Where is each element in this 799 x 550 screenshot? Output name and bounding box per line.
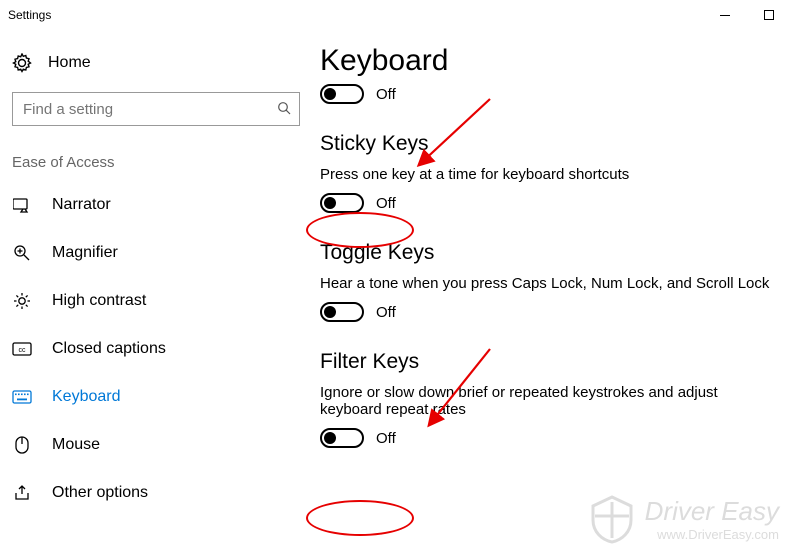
home-button[interactable]: Home	[12, 40, 300, 86]
captions-icon: cc	[12, 342, 32, 356]
window-title: Settings	[8, 8, 51, 22]
sticky-keys-toggle-row: Off	[320, 193, 781, 213]
filter-keys-toggle[interactable]	[320, 428, 364, 448]
sidebar-item-label: Mouse	[52, 436, 100, 454]
home-label: Home	[48, 54, 91, 72]
brightness-icon	[12, 292, 32, 310]
section-desc: Ignore or slow down brief or repeated ke…	[320, 384, 750, 418]
gear-icon	[12, 53, 32, 73]
search-icon	[277, 101, 291, 118]
search-box[interactable]	[12, 92, 300, 126]
keyboard-master-toggle-row: Off	[320, 84, 781, 104]
toggle-keys-toggle-row: Off	[320, 302, 781, 322]
section-desc: Press one key at a time for keyboard sho…	[320, 166, 781, 183]
magnifier-icon	[12, 244, 32, 262]
narrator-icon	[12, 197, 32, 213]
svg-text:cc: cc	[19, 347, 27, 354]
titlebar: Settings	[0, 0, 799, 30]
sidebar-item-other-options[interactable]: Other options	[12, 469, 300, 517]
mouse-icon	[12, 436, 32, 454]
keyboard-master-toggle[interactable]	[320, 84, 364, 104]
section-heading-filter-keys: Filter Keys	[320, 350, 781, 374]
sidebar-item-narrator[interactable]: Narrator	[12, 181, 300, 229]
toggle-state-label: Off	[376, 86, 396, 103]
toggle-state-label: Off	[376, 304, 396, 321]
minimize-button[interactable]	[703, 1, 747, 29]
sidebar-item-label: Narrator	[52, 196, 111, 214]
share-icon	[12, 484, 32, 502]
toggle-state-label: Off	[376, 430, 396, 447]
sticky-keys-toggle[interactable]	[320, 193, 364, 213]
sidebar-item-keyboard[interactable]: Keyboard	[12, 373, 300, 421]
annotation-ellipse	[306, 500, 414, 536]
sidebar-item-magnifier[interactable]: Magnifier	[12, 229, 300, 277]
filter-keys-toggle-row: Off	[320, 428, 781, 448]
section-desc: Hear a tone when you press Caps Lock, Nu…	[320, 275, 781, 292]
sidebar-item-label: Closed captions	[52, 340, 166, 358]
toggle-state-label: Off	[376, 195, 396, 212]
sidebar-item-label: Other options	[52, 484, 148, 502]
page-title: Keyboard	[320, 44, 781, 78]
sidebar: Home Ease of Access Narrator Magnifier	[0, 30, 300, 550]
sidebar-group-label: Ease of Access	[12, 154, 300, 171]
sidebar-item-high-contrast[interactable]: High contrast	[12, 277, 300, 325]
section-heading-sticky-keys: Sticky Keys	[320, 132, 781, 156]
keyboard-icon	[12, 390, 32, 404]
maximize-button[interactable]	[747, 1, 791, 29]
sidebar-item-mouse[interactable]: Mouse	[12, 421, 300, 469]
toggle-keys-toggle[interactable]	[320, 302, 364, 322]
sidebar-item-label: Magnifier	[52, 244, 118, 262]
sidebar-item-closed-captions[interactable]: cc Closed captions	[12, 325, 300, 373]
sidebar-item-label: High contrast	[52, 292, 146, 310]
sidebar-item-label: Keyboard	[52, 388, 121, 406]
section-heading-toggle-keys: Toggle Keys	[320, 241, 781, 265]
search-input[interactable]	[21, 100, 277, 119]
